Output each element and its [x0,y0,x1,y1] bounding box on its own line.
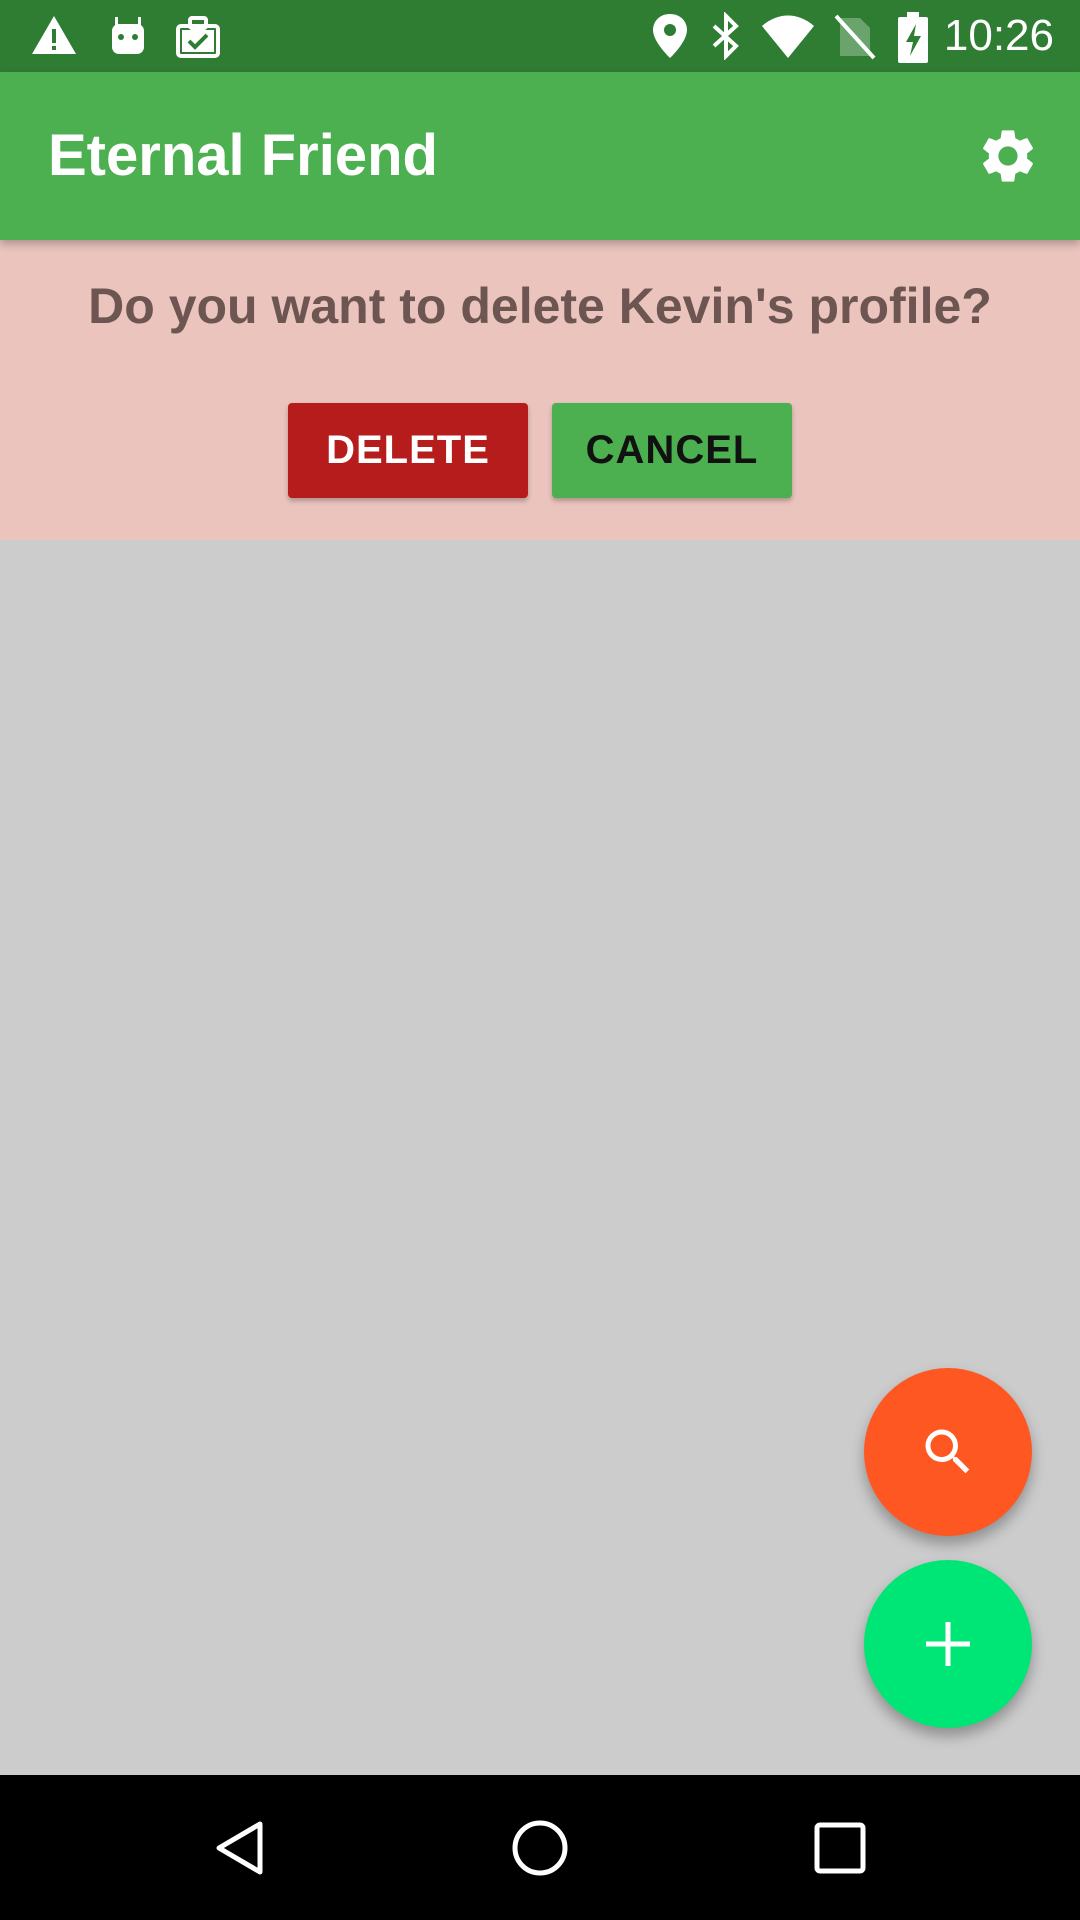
search-icon [925,1429,970,1474]
app-bar: Eternal Friend [0,72,1080,240]
settings-button[interactable] [974,122,1042,190]
app-title: Eternal Friend [48,123,438,188]
plus-icon [926,1622,970,1666]
recents-icon [814,1822,866,1874]
delete-confirmation-panel: Do you want to delete Kevin's profile? D… [0,240,1080,540]
status-bar: 10:26 [0,0,1080,72]
nav-home-button[interactable] [492,1803,588,1893]
gear-icon [983,130,1033,182]
bluetooth-icon [708,11,744,61]
delete-button[interactable]: DELETE [288,403,528,498]
back-icon [216,1821,263,1875]
add-fab[interactable] [864,1560,1032,1728]
cancel-button[interactable]: CANCEL [552,403,792,498]
nav-back-button[interactable] [192,1803,288,1893]
briefcase-check-icon [174,12,222,60]
navigation-bar [0,1775,1080,1920]
status-time: 10:26 [943,11,1054,60]
location-icon [648,12,692,60]
no-sim-icon [832,12,876,60]
android-icon [104,12,152,60]
home-icon [512,1820,568,1876]
delete-confirmation-message: Do you want to delete Kevin's profile? [88,278,992,334]
nav-recents-button[interactable] [792,1803,888,1893]
search-fab[interactable] [864,1368,1032,1536]
battery-charging-icon [896,12,930,63]
cancel-button-label: CANCEL [585,428,759,472]
delete-button-label: DELETE [326,428,490,472]
wifi-icon [760,12,816,60]
warning-icon [30,12,78,60]
